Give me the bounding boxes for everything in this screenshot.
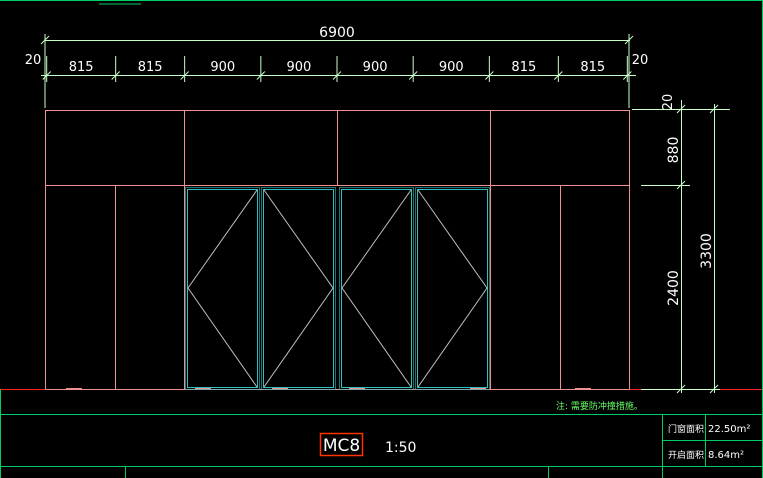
door-height-label: 2400 bbox=[666, 270, 682, 306]
panel-width-label: 900 bbox=[286, 60, 311, 75]
panel-width-label: 815 bbox=[511, 60, 536, 75]
info-value-door-area: 22.50m² bbox=[708, 424, 750, 435]
info-label-open-area: 开启面积 bbox=[668, 449, 704, 461]
panel-width-label: 900 bbox=[363, 60, 388, 75]
left-edge-dim-label: 20 bbox=[25, 53, 42, 68]
info-label-door-area: 门窗面积 bbox=[668, 423, 704, 435]
door-leaf-2 bbox=[261, 187, 336, 390]
total-height-label: 3300 bbox=[699, 233, 715, 269]
info-value-open-area: 8.64m² bbox=[708, 450, 744, 461]
title-scale: 1:50 bbox=[385, 440, 416, 456]
panel-width-label: 815 bbox=[138, 60, 163, 75]
door-leaf-4 bbox=[415, 187, 490, 390]
panel-width-label: 815 bbox=[69, 60, 94, 75]
panel-width-label: 900 bbox=[210, 60, 235, 75]
top-dimensions bbox=[40, 34, 636, 108]
title-code: MC8 bbox=[323, 436, 360, 456]
door-leaf-3 bbox=[339, 187, 414, 390]
note-text: 注: 需要防冲撞措施。 bbox=[556, 400, 643, 412]
panel-width-label: 900 bbox=[439, 60, 464, 75]
total-width-label: 6900 bbox=[319, 25, 355, 41]
transom-height-label: 880 bbox=[666, 137, 682, 164]
panel-width-label: 815 bbox=[580, 60, 605, 75]
door-leaf-1 bbox=[185, 187, 260, 390]
cad-drawing: 6900 20 20 815 815 900 900 900 900 815 815 20 8… bbox=[0, 0, 763, 478]
top-offset-dim-label: 20 bbox=[661, 94, 676, 111]
door-frame bbox=[45, 110, 630, 390]
door-leaves bbox=[185, 187, 490, 390]
right-edge-dim-label: 20 bbox=[632, 53, 649, 68]
